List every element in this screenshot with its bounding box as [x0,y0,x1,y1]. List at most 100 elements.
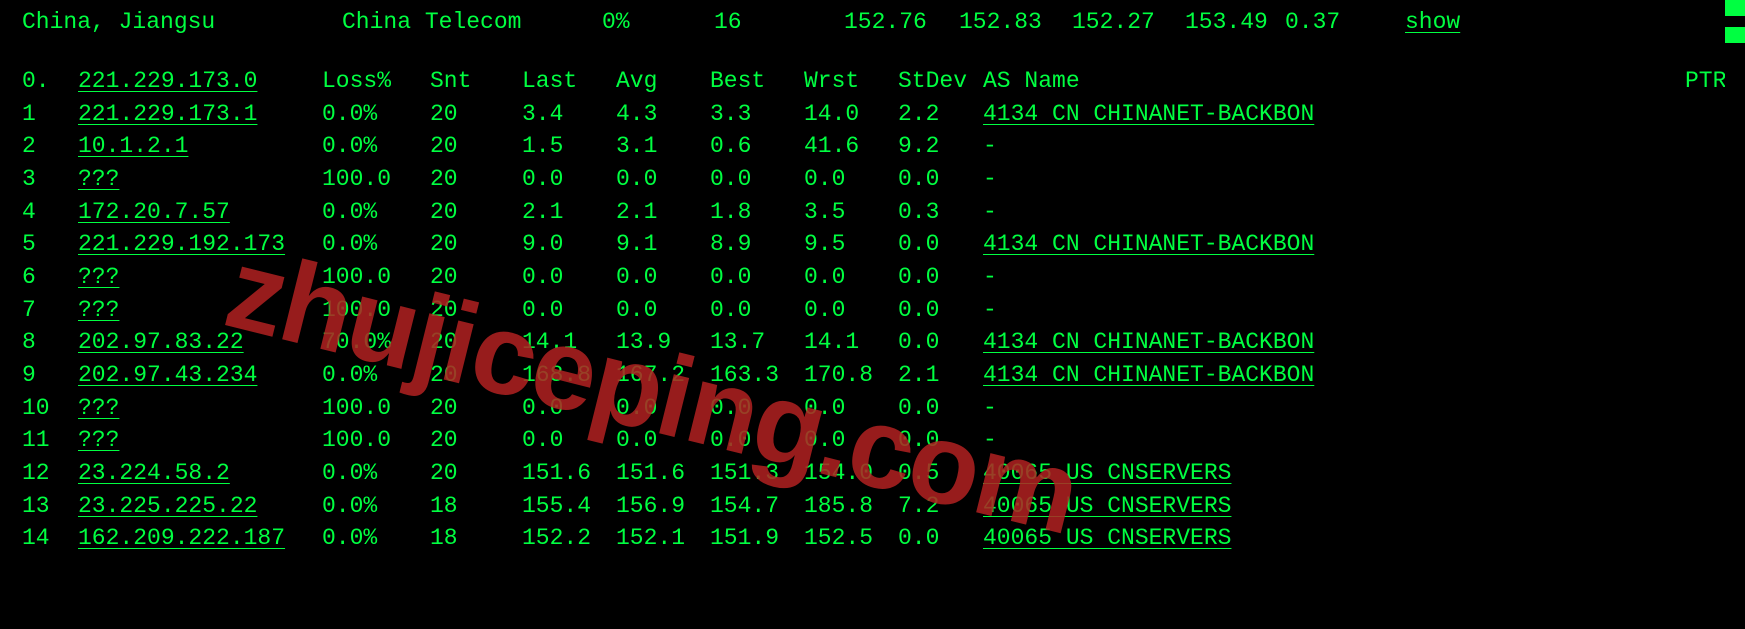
cell-stdev: 7.2 [898,490,983,523]
col-asname: AS Name [983,65,1685,98]
cell-avg: 3.1 [616,130,710,163]
cell-best: 0.6 [710,130,804,163]
cell-snt: 20 [430,163,522,196]
cell-last: 0.0 [522,392,616,425]
summary-provider: China Telecom [342,9,602,35]
col-loss: Loss% [322,65,430,98]
cell-ip[interactable]: ??? [78,294,322,327]
table-row: 210.1.2.10.0%201.53.10.641.69.2- [22,130,1745,163]
col-hop: 0. [22,65,78,98]
cell-snt: 20 [430,326,522,359]
cell-loss: 0.0% [322,228,430,261]
cell-asname[interactable]: 40065 US CNSERVERS [983,490,1745,523]
cell-loss: 100.0 [322,163,430,196]
cell-wrst: 152.5 [804,522,898,555]
cell-ip[interactable]: ??? [78,261,322,294]
cell-stdev: 0.3 [898,196,983,229]
cell-asname: - [983,424,1745,457]
summary-loss: 0% [602,9,714,35]
cell-hop: 2 [22,130,78,163]
cell-loss: 0.0% [322,98,430,131]
cell-asname[interactable]: 4134 CN CHINANET-BACKBON [983,228,1745,261]
cell-wrst: 0.0 [804,163,898,196]
cell-ip[interactable]: 10.1.2.1 [78,130,322,163]
cell-asname[interactable]: 4134 CN CHINANET-BACKBON [983,326,1745,359]
cell-stdev: 0.0 [898,424,983,457]
summary-val-5: 0.37 [1285,9,1405,35]
cell-asname: - [983,196,1745,229]
cell-avg: 0.0 [616,261,710,294]
cell-wrst: 14.0 [804,98,898,131]
cell-stdev: 0.0 [898,261,983,294]
cell-hop: 11 [22,424,78,457]
cell-loss: 0.0% [322,522,430,555]
cell-stdev: 0.0 [898,522,983,555]
cell-ip[interactable]: 221.229.192.173 [78,228,322,261]
cell-stdev: 0.5 [898,457,983,490]
cell-wrst: 3.5 [804,196,898,229]
cell-stdev: 2.2 [898,98,983,131]
col-avg: Avg [616,65,710,98]
cell-loss: 0.0% [322,196,430,229]
cell-asname: - [983,294,1745,327]
cell-asname[interactable]: 4134 CN CHINANET-BACKBON [983,359,1745,392]
cell-best: 0.0 [710,424,804,457]
cell-snt: 20 [430,457,522,490]
cell-ip[interactable]: ??? [78,163,322,196]
table-row: 10???100.0200.00.00.00.00.0- [22,392,1745,425]
cell-best: 151.9 [710,522,804,555]
cell-loss: 0.0% [322,457,430,490]
cell-avg: 13.9 [616,326,710,359]
cell-loss: 0.0% [322,359,430,392]
cell-last: 0.0 [522,424,616,457]
cell-snt: 20 [430,228,522,261]
cell-last: 168.8 [522,359,616,392]
summary-count: 16 [714,9,844,35]
cell-ip[interactable]: 23.224.58.2 [78,457,322,490]
cell-ip[interactable]: 162.209.222.187 [78,522,322,555]
cell-snt: 20 [430,424,522,457]
traceroute-table: 0. 221.229.173.0 Loss% Snt Last Avg Best… [22,65,1745,555]
cell-last: 1.5 [522,130,616,163]
table-row: 8202.97.83.2270.0%2014.113.913.714.10.04… [22,326,1745,359]
cell-snt: 20 [430,130,522,163]
cell-asname[interactable]: 40065 US CNSERVERS [983,457,1745,490]
show-link[interactable]: show [1405,9,1460,35]
cell-ip[interactable]: ??? [78,424,322,457]
cell-avg: 151.6 [616,457,710,490]
table-row: 1221.229.173.10.0%203.44.33.314.02.24134… [22,98,1745,131]
cell-ip[interactable]: 202.97.83.22 [78,326,322,359]
cell-ip[interactable]: 23.225.225.22 [78,490,322,523]
cell-asname[interactable]: 40065 US CNSERVERS [983,522,1745,555]
cell-snt: 20 [430,196,522,229]
cell-wrst: 154.0 [804,457,898,490]
cell-best: 0.0 [710,294,804,327]
cell-hop: 7 [22,294,78,327]
cell-snt: 20 [430,392,522,425]
table-row: 14162.209.222.1870.0%18152.2152.1151.915… [22,522,1745,555]
cell-loss: 0.0% [322,490,430,523]
cell-last: 0.0 [522,261,616,294]
cell-avg: 9.1 [616,228,710,261]
cell-hop: 10 [22,392,78,425]
col-ip: 221.229.173.0 [78,65,322,98]
cell-last: 9.0 [522,228,616,261]
cell-stdev: 0.0 [898,392,983,425]
cell-avg: 0.0 [616,163,710,196]
cell-ip[interactable]: 221.229.173.1 [78,98,322,131]
cell-asname[interactable]: 4134 CN CHINANET-BACKBON [983,98,1745,131]
cell-ip[interactable]: 202.97.43.234 [78,359,322,392]
cell-wrst: 14.1 [804,326,898,359]
cell-ip[interactable]: 172.20.7.57 [78,196,322,229]
cell-asname: - [983,130,1745,163]
cell-wrst: 185.8 [804,490,898,523]
cell-stdev: 0.0 [898,163,983,196]
gutter-indicator-2 [1725,27,1745,43]
cell-hop: 6 [22,261,78,294]
cell-best: 13.7 [710,326,804,359]
cell-best: 3.3 [710,98,804,131]
cell-ip[interactable]: ??? [78,392,322,425]
cell-hop: 8 [22,326,78,359]
cell-asname: - [983,392,1745,425]
cell-avg: 0.0 [616,424,710,457]
